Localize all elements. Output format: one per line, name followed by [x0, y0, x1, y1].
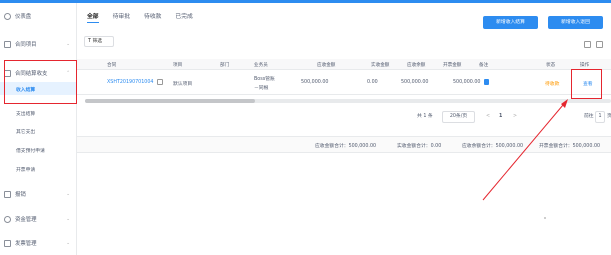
- annotation-arrow: [482, 99, 568, 219]
- arrow-line: [482, 104, 564, 201]
- cursor-dot: [544, 217, 546, 219]
